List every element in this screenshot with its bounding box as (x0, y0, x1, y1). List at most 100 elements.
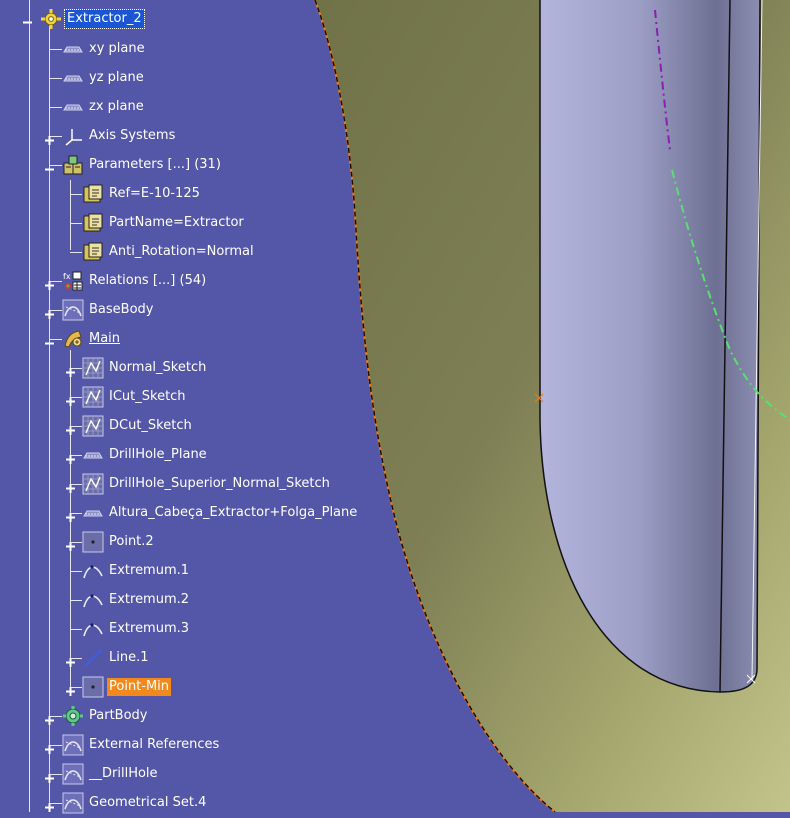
tree-item-ref-e-10-125[interactable]: Ref=E-10-125 (82, 183, 202, 205)
tree-item-label: Axis Systems (89, 128, 176, 143)
sketch-icon (82, 386, 104, 408)
tree-item-external-references[interactable]: External References (62, 734, 221, 756)
sketch-icon (82, 473, 104, 495)
tree-item-label: Ref=E-10-125 (109, 186, 200, 201)
tree-item-label: DrillHole_Superior_Normal_Sketch (109, 476, 330, 491)
expand-icon[interactable] (65, 363, 76, 377)
tree-connector (49, 107, 62, 108)
tree-connector (70, 223, 82, 224)
tree-connector (70, 600, 82, 601)
expand-icon[interactable] (44, 131, 55, 145)
expand-icon[interactable] (65, 653, 76, 667)
tree-item-label: Point.2 (109, 534, 154, 549)
tree-item-drillhole-plane[interactable]: DrillHole_Plane (82, 444, 209, 466)
tree-connector (49, 49, 62, 50)
expand-icon[interactable] (44, 769, 55, 783)
expand-icon[interactable] (65, 479, 76, 493)
tree-item-dcut-sketch[interactable]: DCut_Sketch (82, 415, 194, 437)
sketch-icon (82, 357, 104, 379)
expand-icon[interactable] (44, 740, 55, 754)
expand-icon[interactable] (65, 450, 76, 464)
tree-item-point-min[interactable]: Point-Min (82, 676, 172, 698)
tree-root[interactable]: Extractor_2 (23, 8, 145, 30)
tree-item-xy-plane[interactable]: xy plane (62, 38, 147, 60)
extremum-icon (82, 589, 104, 611)
plane-icon (82, 502, 104, 524)
expand-icon[interactable] (65, 537, 76, 551)
parameter-string-icon (82, 183, 104, 205)
tree-item-label: __DrillHole (89, 766, 158, 781)
specification-tree: Extractor_2xy plane yz plane zx plane Axis … (0, 0, 790, 814)
expand-icon[interactable] (65, 682, 76, 696)
geometrical-set-icon (62, 763, 84, 785)
plane-icon (62, 96, 84, 118)
expand-icon[interactable] (65, 421, 76, 435)
geometrical-set-icon (62, 734, 84, 756)
extremum-icon (82, 618, 104, 640)
tree-connector (49, 78, 62, 79)
tree-item-main[interactable]: Main (62, 328, 122, 350)
tree-item-label: Extremum.1 (109, 563, 190, 578)
tree-item-icut-sketch[interactable]: ICut_Sketch (82, 386, 188, 408)
tree-item-altura-cabe-a-extractor-folga-plane[interactable]: Altura_Cabeça_Extractor+Folga_Plane (82, 502, 359, 524)
geometrical-set-icon (62, 299, 84, 321)
expand-icon[interactable] (44, 711, 55, 725)
relations-icon: fx (62, 270, 84, 292)
extremum-icon (82, 560, 104, 582)
tree-item-normal-sketch[interactable]: Normal_Sketch (82, 357, 208, 379)
hybrid-body-icon (62, 328, 84, 350)
collapse-icon[interactable] (44, 334, 55, 345)
tree-connector (70, 571, 82, 572)
tree-item-label: ICut_Sketch (109, 389, 186, 404)
tree-item-label: xy plane (89, 41, 145, 56)
expand-icon[interactable] (44, 798, 55, 812)
tree-item-extremum-1[interactable]: Extremum.1 (82, 560, 191, 582)
collapse-icon[interactable] (44, 160, 55, 171)
point-icon (82, 531, 104, 553)
tree-item-point-2[interactable]: Point.2 (82, 531, 156, 553)
expand-icon[interactable] (44, 276, 55, 290)
tree-item-label: Parameters [...] (31) (89, 157, 221, 172)
tree-item-label: Extremum.2 (109, 592, 190, 607)
tree-item-geometrical-set-4[interactable]: Geometrical Set.4 (62, 792, 208, 814)
tree-item-axis-systems[interactable]: Axis Systems (62, 125, 177, 147)
expand-icon[interactable] (65, 392, 76, 406)
collapse-icon[interactable] (22, 13, 33, 24)
tree-item-label: External References (89, 737, 220, 752)
tree-connector (70, 180, 71, 250)
tree-item-relations-54[interactable]: fx Relations [...] (54) (62, 270, 208, 292)
tree-connector (70, 252, 82, 253)
line-icon (82, 647, 104, 669)
parameter-string-icon (82, 241, 104, 263)
svg-text:fx: fx (63, 272, 71, 281)
tree-connector (70, 194, 82, 195)
tree-item-partbody[interactable]: PartBody (62, 705, 149, 727)
tree-item-drillhole[interactable]: __DrillHole (62, 763, 160, 785)
tree-item-extremum-3[interactable]: Extremum.3 (82, 618, 191, 640)
tree-item-line-1[interactable]: Line.1 (82, 647, 151, 669)
tree-item-zx-plane[interactable]: zx plane (62, 96, 146, 118)
tree-item-label: Point-Min (107, 678, 172, 696)
tree-root-label[interactable]: Extractor_2 (64, 9, 145, 29)
tree-item-label: zx plane (89, 99, 144, 114)
axis-system-icon (62, 125, 84, 147)
parameters-icon (62, 154, 84, 176)
expand-icon[interactable] (65, 508, 76, 522)
tree-item-parameters-31[interactable]: Parameters [...] (31) (62, 154, 223, 176)
tree-item-label: Relations [...] (54) (89, 273, 207, 288)
tree-item-basebody[interactable]: BaseBody (62, 299, 155, 321)
tree-item-extremum-2[interactable]: Extremum.2 (82, 589, 191, 611)
tree-item-anti-rotation-normal[interactable]: Anti_Rotation=Normal (82, 241, 256, 263)
tree-item-drillhole-superior-normal-sketch[interactable]: DrillHole_Superior_Normal_Sketch (82, 473, 332, 495)
tree-item-label: Extremum.3 (109, 621, 190, 636)
tree-item-partname-extractor[interactable]: PartName=Extractor (82, 212, 246, 234)
tree-item-label: Anti_Rotation=Normal (109, 244, 254, 259)
expand-icon[interactable] (44, 305, 55, 319)
part-body-icon (62, 705, 84, 727)
plane-icon (62, 38, 84, 60)
tree-item-label: Main (89, 331, 121, 346)
tree-item-label: Altura_Cabeça_Extractor+Folga_Plane (109, 505, 358, 520)
tree-item-yz-plane[interactable]: yz plane (62, 67, 146, 89)
tree-item-label: PartBody (89, 708, 148, 723)
plane-icon (82, 444, 104, 466)
